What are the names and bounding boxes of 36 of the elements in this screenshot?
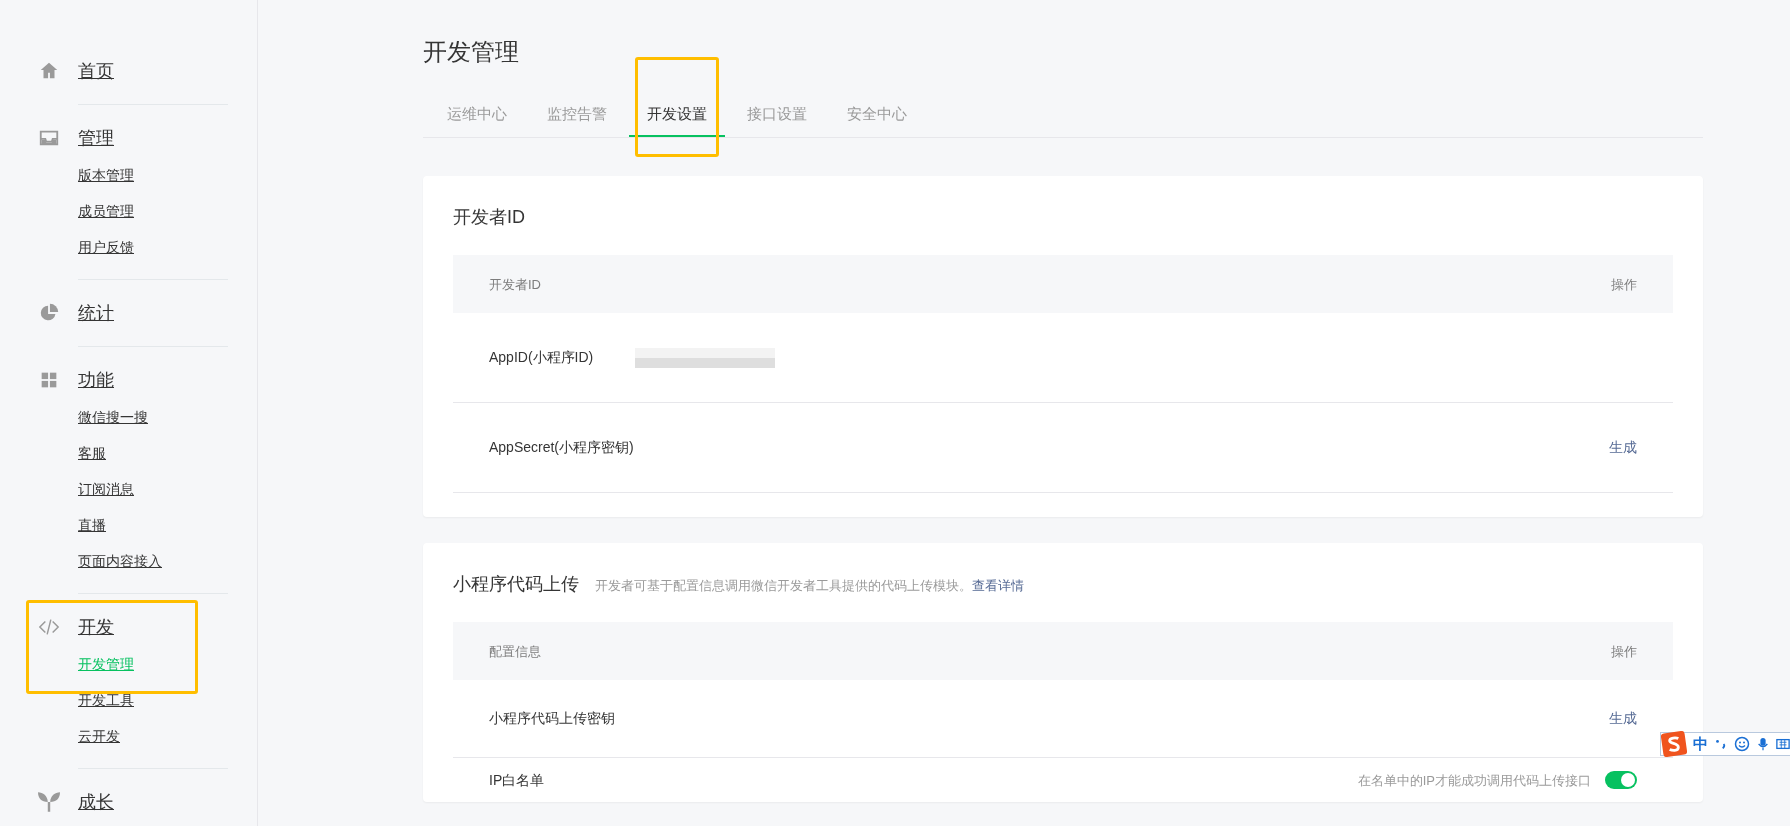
generate-link[interactable]: 生成 [1609,708,1637,730]
sidebar-subitem[interactable]: 成员管理 [38,193,190,229]
sidebar-subitem[interactable]: 订阅消息 [38,471,190,507]
ime-mode[interactable]: 中 [1693,732,1708,756]
sidebar-subitem[interactable]: 用户反馈 [38,229,190,265]
details-link[interactable]: 查看详情 [972,576,1024,596]
sidebar-subitem[interactable]: 页面内容接入 [38,543,190,579]
sidebar-subitem[interactable]: 客服 [38,435,190,471]
row-label: IP白名单 [489,770,545,790]
tab[interactable]: 开发设置 [629,92,725,138]
row-label: AppSecret(小程序密钥) [489,438,634,458]
column-header: 开发者ID [489,275,541,294]
sidebar-subitem[interactable]: 版本管理 [38,157,190,193]
column-header: 操作 [1611,642,1637,661]
row-label: 小程序代码上传密钥 [489,709,615,729]
column-header: 配置信息 [489,642,541,661]
emoji-icon[interactable] [1734,736,1750,752]
page-title: 开发管理 [423,38,520,67]
microphone-icon[interactable] [1756,736,1770,752]
sidebar-subitem[interactable]: 直播 [38,507,190,543]
sidebar-subitem[interactable]: 云开发 [38,718,190,754]
section-title: 小程序代码上传 [453,573,579,597]
sidebar-subitem[interactable]: 开发工具 [38,682,190,718]
sidebar-subitem[interactable]: 微信搜一搜 [38,399,190,435]
section-title: 开发者ID [453,206,525,230]
sidebar-item[interactable]: 开发 [38,608,190,646]
sprout-icon [38,791,60,813]
section-description: 开发者可基于配置信息调用微信开发者工具提供的代码上传模块。 [595,577,972,596]
hint-text: 在名单中的IP才能成功调用代码上传接口 [1357,771,1591,790]
row-label: AppID(小程序ID) [489,348,594,368]
generate-link[interactable]: 生成 [1609,437,1637,459]
sidebar-item[interactable]: 成长 [38,783,190,821]
column-header: 操作 [1611,275,1637,294]
toggle-switch[interactable] [1605,771,1637,790]
sidebar-item[interactable]: 管理 [38,119,190,157]
keyboard-icon[interactable] [1776,736,1790,752]
